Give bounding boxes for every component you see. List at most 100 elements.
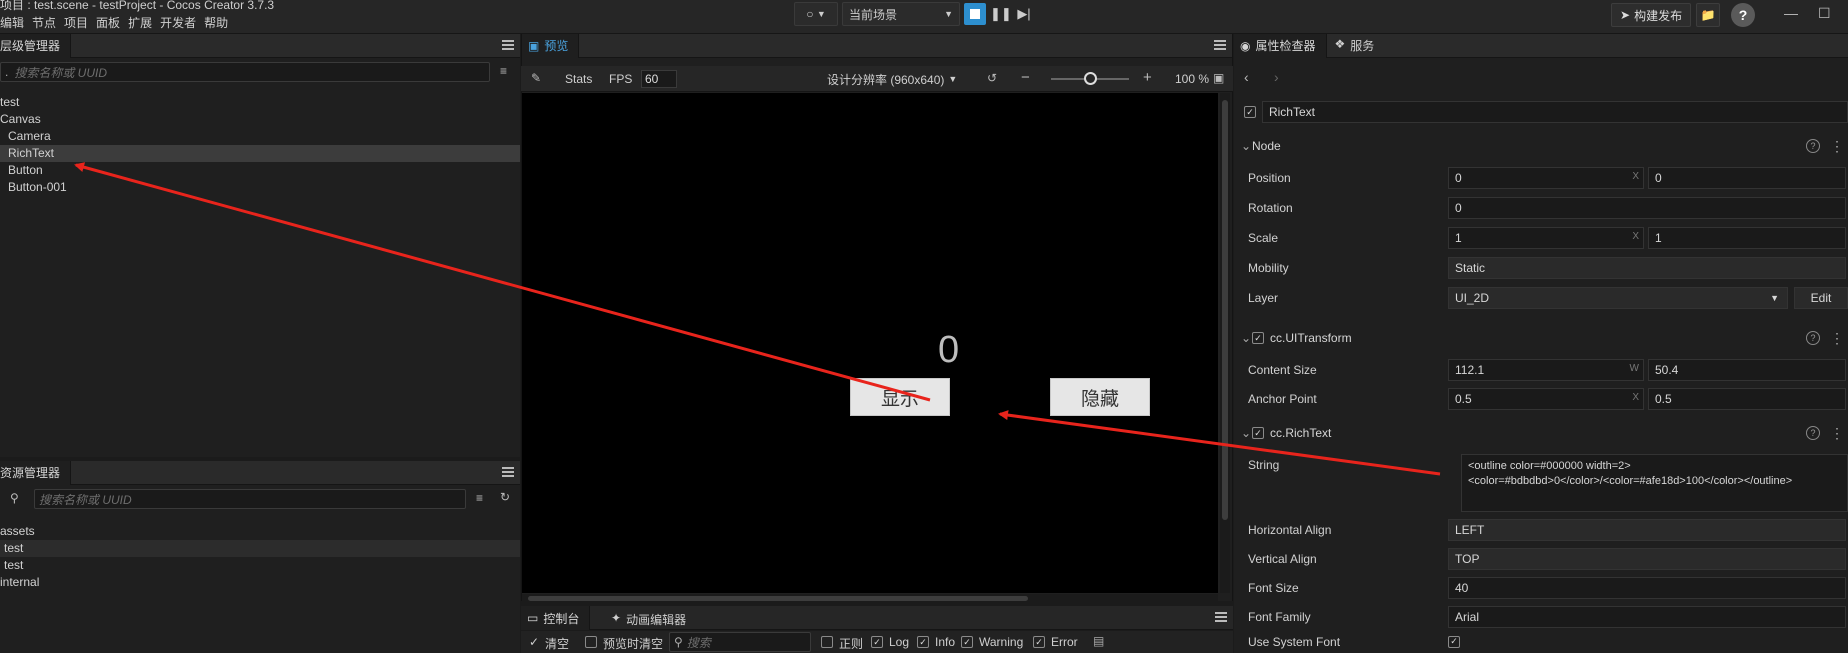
preview-tab[interactable]: ▣ 预览	[522, 33, 580, 58]
richtext-section-header[interactable]: ⌄ ✓ cc.RichText ? ⋮	[1234, 420, 1848, 446]
warning-checkbox[interactable]: ✓	[961, 636, 973, 648]
error-checkbox[interactable]: ✓	[1033, 636, 1045, 648]
menu-extension[interactable]: 扩展	[128, 14, 160, 31]
scale-x-input[interactable]: 1X	[1448, 227, 1644, 249]
game-canvas[interactable]: 0 显示 隐藏	[522, 93, 1218, 593]
help-button[interactable]: ?	[1731, 3, 1755, 27]
node-section-header[interactable]: ⌄ Node ? ⋮	[1234, 133, 1848, 159]
assets-tab[interactable]: 资源管理器	[0, 460, 72, 485]
more-icon[interactable]: ⋮	[1830, 138, 1844, 155]
resolution-select[interactable]: 设计分辨率 (960x640) ▼	[823, 70, 961, 88]
content-size-height-input[interactable]: 50.4	[1648, 359, 1846, 381]
uitransform-section-header[interactable]: ⌄ ✓ cc.UITransform ? ⋮	[1234, 325, 1848, 351]
asset-folder-assets[interactable]: assets	[0, 523, 520, 540]
hierarchy-search-input[interactable]: . 搜索名称或 UUID	[0, 62, 490, 82]
clear-button[interactable]: 清空	[545, 635, 569, 652]
edit-icon[interactable]: ✎	[531, 71, 541, 85]
regex-checkbox[interactable]	[821, 636, 833, 648]
asset-item-test-2[interactable]: test	[0, 557, 520, 574]
pause-button[interactable]: ❚❚	[990, 6, 1012, 22]
stats-toggle[interactable]: Stats	[565, 72, 592, 86]
use-system-font-checkbox[interactable]: ✓	[1448, 635, 1460, 648]
menu-icon[interactable]	[1215, 612, 1227, 622]
tree-node-button-001[interactable]: Button-001	[0, 179, 520, 196]
anchor-y-input[interactable]: 0.5	[1648, 388, 1846, 410]
layer-edit-button[interactable]: Edit	[1794, 287, 1848, 309]
tree-node-button[interactable]: Button	[0, 162, 520, 179]
scene-select[interactable]: 当前场景 ▼	[842, 2, 960, 26]
uitransform-enabled-checkbox[interactable]: ✓	[1252, 332, 1264, 344]
node-name-input[interactable]: RichText	[1261, 101, 1848, 123]
menu-icon[interactable]	[502, 467, 514, 477]
list-sort-icon[interactable]: ≡	[500, 64, 507, 78]
help-icon[interactable]: ?	[1806, 139, 1820, 153]
refresh-icon[interactable]: ↻	[500, 490, 510, 504]
more-icon[interactable]: ⋮	[1830, 330, 1844, 347]
richtext-enabled-checkbox[interactable]: ✓	[1252, 427, 1264, 439]
log-checkbox[interactable]: ✓	[871, 636, 883, 648]
open-folder-button[interactable]: 📁	[1696, 3, 1720, 27]
zoom-out-button[interactable]: −	[1021, 69, 1030, 86]
preview-platform-select[interactable]: ○ ▼	[794, 2, 838, 26]
animation-editor-tab[interactable]: ✦ 动画编辑器	[611, 611, 686, 628]
font-family-input[interactable]: Arial	[1448, 606, 1846, 628]
menu-edit[interactable]: 编辑	[0, 14, 32, 31]
zoom-in-button[interactable]: +	[1143, 69, 1152, 86]
tree-node-camera[interactable]: Camera	[0, 128, 520, 145]
build-publish-button[interactable]: ➤ 构建发布	[1611, 3, 1692, 27]
fps-input[interactable]: 60	[641, 70, 677, 88]
menu-panel[interactable]: 面板	[96, 14, 128, 31]
vertical-align-select[interactable]: TOP	[1448, 548, 1846, 570]
show-button[interactable]: 显示	[850, 378, 950, 416]
menu-help[interactable]: 帮助	[204, 14, 236, 31]
help-icon[interactable]: ?	[1806, 331, 1820, 345]
tree-node-canvas[interactable]: Canvas	[0, 111, 520, 128]
asset-folder-internal[interactable]: internal	[0, 574, 520, 591]
content-size-width-input[interactable]: 112.1 W	[1448, 359, 1644, 381]
stop-button[interactable]	[964, 3, 986, 25]
position-x-input[interactable]: 0X	[1448, 167, 1644, 189]
mobility-select[interactable]: Static	[1448, 257, 1846, 279]
string-textarea[interactable]: <outline color=#000000 width=2> <color=#…	[1461, 454, 1848, 512]
menu-project[interactable]: 项目	[64, 14, 96, 31]
info-checkbox[interactable]: ✓	[917, 636, 929, 648]
font-size-input[interactable]: 40	[1448, 577, 1846, 599]
help-icon[interactable]: ?	[1806, 426, 1820, 440]
step-button[interactable]: ▶|	[1014, 6, 1034, 22]
anchor-x-input[interactable]: 0.5 X	[1448, 388, 1644, 410]
scrollbar-thumb[interactable]	[1222, 100, 1228, 520]
asset-item-test[interactable]: test	[0, 540, 520, 557]
clear-on-preview-checkbox[interactable]	[585, 636, 597, 648]
console-tab[interactable]: ▭ 控制台	[521, 606, 591, 630]
rotation-input[interactable]: 0	[1448, 197, 1846, 219]
hierarchy-tab[interactable]: 层级管理器	[0, 33, 72, 58]
assets-search-input[interactable]: 搜索名称或 UUID	[34, 489, 466, 509]
chevron-down-icon: ⌄	[1240, 139, 1252, 153]
tree-node-richtext[interactable]: RichText	[0, 145, 520, 162]
scale-y-input[interactable]: 1	[1648, 227, 1846, 249]
menu-node[interactable]: 节点	[32, 14, 64, 31]
document-icon[interactable]: ▤	[1093, 634, 1104, 648]
minimize-button[interactable]: —	[1784, 5, 1798, 21]
maximize-button[interactable]: ☐	[1818, 5, 1831, 22]
scrollbar-thumb[interactable]	[528, 596, 1028, 601]
inspector-tab[interactable]: ◉ 属性检查器	[1234, 33, 1327, 58]
tree-node-scene[interactable]: test	[0, 94, 520, 111]
menu-developer[interactable]: 开发者	[160, 14, 204, 31]
menu-icon[interactable]	[502, 40, 514, 50]
forward-arrow-icon[interactable]: ›	[1274, 69, 1279, 85]
horizontal-align-select[interactable]: LEFT	[1448, 519, 1846, 541]
zoom-slider-handle[interactable]	[1084, 72, 1097, 85]
back-arrow-icon[interactable]: ‹	[1244, 69, 1249, 85]
list-sort-icon[interactable]: ≡	[476, 491, 483, 505]
console-search-input[interactable]: ⚲ 搜索	[669, 632, 811, 652]
fullscreen-icon[interactable]: ▣	[1213, 71, 1224, 85]
layer-select[interactable]: UI_2D ▼	[1448, 287, 1788, 309]
more-icon[interactable]: ⋮	[1830, 425, 1844, 442]
service-tab[interactable]: ❖ 服务	[1327, 37, 1375, 54]
menu-icon[interactable]	[1214, 40, 1226, 50]
rotate-icon[interactable]: ↺	[987, 71, 997, 85]
hide-button[interactable]: 隐藏	[1050, 378, 1150, 416]
node-active-checkbox[interactable]: ✓	[1244, 106, 1256, 118]
position-y-input[interactable]: 0	[1648, 167, 1846, 189]
